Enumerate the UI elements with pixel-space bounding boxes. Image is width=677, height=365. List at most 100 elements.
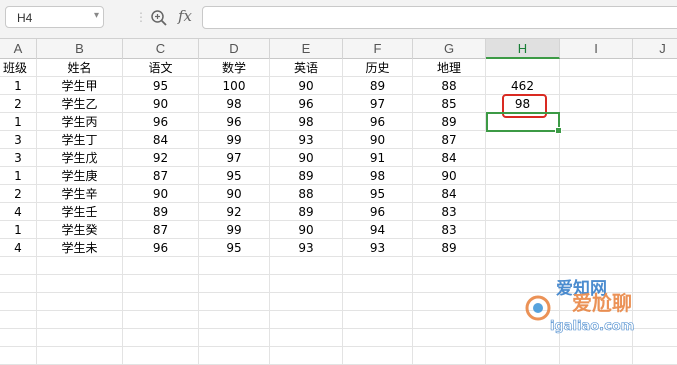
cell-b11[interactable]: 学生未 xyxy=(37,239,123,257)
cell-b4[interactable]: 学生丙 xyxy=(37,113,123,131)
cell-c14[interactable] xyxy=(123,293,199,311)
cell-a5[interactable]: 3 xyxy=(0,131,37,149)
cell-j5[interactable] xyxy=(633,131,677,149)
cell-a4[interactable]: 1 xyxy=(0,113,37,131)
cell-e8[interactable]: 88 xyxy=(270,185,343,203)
cell-c5[interactable]: 84 xyxy=(123,131,199,149)
cell-h11[interactable] xyxy=(486,239,560,257)
cell-e7[interactable]: 89 xyxy=(270,167,343,185)
cell-f9[interactable]: 96 xyxy=(343,203,413,221)
cell-a9[interactable]: 4 xyxy=(0,203,37,221)
cell-f17[interactable] xyxy=(343,347,413,365)
cell-f14[interactable] xyxy=(343,293,413,311)
cell-d17[interactable] xyxy=(199,347,270,365)
column-header-f[interactable]: F xyxy=(343,39,413,59)
cell-g15[interactable] xyxy=(413,311,486,329)
cell-g5[interactable]: 87 xyxy=(413,131,486,149)
cell-a15[interactable] xyxy=(0,311,37,329)
cell-i3[interactable] xyxy=(560,95,633,113)
cell-g8[interactable]: 84 xyxy=(413,185,486,203)
cell-e4[interactable]: 98 xyxy=(270,113,343,131)
cell-d10[interactable]: 99 xyxy=(199,221,270,239)
cell-d6[interactable]: 97 xyxy=(199,149,270,167)
column-header-a[interactable]: A xyxy=(0,39,37,59)
cell-d2[interactable]: 100 xyxy=(199,77,270,95)
cell-a11[interactable]: 4 xyxy=(0,239,37,257)
cell-b6[interactable]: 学生戊 xyxy=(37,149,123,167)
fx-icon[interactable]: fx xyxy=(178,7,192,25)
cell-a8[interactable]: 2 xyxy=(0,185,37,203)
chevron-down-icon[interactable]: ▾ xyxy=(94,10,99,21)
cell-c8[interactable]: 90 xyxy=(123,185,199,203)
cell-d14[interactable] xyxy=(199,293,270,311)
cell-a10[interactable]: 1 xyxy=(0,221,37,239)
cell-h6[interactable] xyxy=(486,149,560,167)
cell-g12[interactable] xyxy=(413,257,486,275)
cell-d16[interactable] xyxy=(199,329,270,347)
cell-i7[interactable] xyxy=(560,167,633,185)
cell-g2[interactable]: 88 xyxy=(413,77,486,95)
cell-i6[interactable] xyxy=(560,149,633,167)
cell-f13[interactable] xyxy=(343,275,413,293)
cell-g6[interactable]: 84 xyxy=(413,149,486,167)
cell-g9[interactable]: 83 xyxy=(413,203,486,221)
cell-c3[interactable]: 90 xyxy=(123,95,199,113)
cell-d9[interactable]: 92 xyxy=(199,203,270,221)
column-header-g[interactable]: G xyxy=(413,39,486,59)
cell-h7[interactable] xyxy=(486,167,560,185)
column-header-c[interactable]: C xyxy=(123,39,199,59)
cell-i2[interactable] xyxy=(560,77,633,95)
cell-e3[interactable]: 96 xyxy=(270,95,343,113)
cell-e11[interactable]: 93 xyxy=(270,239,343,257)
cell-i10[interactable] xyxy=(560,221,633,239)
cell-c13[interactable] xyxy=(123,275,199,293)
cell-d3[interactable]: 98 xyxy=(199,95,270,113)
cell-c15[interactable] xyxy=(123,311,199,329)
cell-b14[interactable] xyxy=(37,293,123,311)
formula-input[interactable] xyxy=(202,6,677,29)
cell-b2[interactable]: 学生甲 xyxy=(37,77,123,95)
column-header-e[interactable]: E xyxy=(270,39,343,59)
cell-h1[interactable] xyxy=(486,59,560,77)
cell-c16[interactable] xyxy=(123,329,199,347)
cell-a14[interactable] xyxy=(0,293,37,311)
selected-cell-h4[interactable] xyxy=(486,112,562,134)
cell-a3[interactable]: 2 xyxy=(0,95,37,113)
cell-e13[interactable] xyxy=(270,275,343,293)
zoom-formula-icon[interactable] xyxy=(150,9,168,27)
cell-e1[interactable]: 英语 xyxy=(270,59,343,77)
cell-b16[interactable] xyxy=(37,329,123,347)
cell-j3[interactable] xyxy=(633,95,677,113)
cell-a1[interactable]: 班级 xyxy=(0,59,37,77)
cell-c11[interactable]: 96 xyxy=(123,239,199,257)
cell-e14[interactable] xyxy=(270,293,343,311)
cell-f6[interactable]: 91 xyxy=(343,149,413,167)
cell-a16[interactable] xyxy=(0,329,37,347)
cell-c6[interactable]: 92 xyxy=(123,149,199,167)
cell-g13[interactable] xyxy=(413,275,486,293)
name-box[interactable]: H4 ▾ xyxy=(5,6,104,28)
cell-c17[interactable] xyxy=(123,347,199,365)
cell-d4[interactable]: 96 xyxy=(199,113,270,131)
cell-g17[interactable] xyxy=(413,347,486,365)
cell-c10[interactable]: 87 xyxy=(123,221,199,239)
column-header-j[interactable]: J xyxy=(633,39,677,59)
cell-g10[interactable]: 83 xyxy=(413,221,486,239)
column-header-d[interactable]: D xyxy=(199,39,270,59)
cell-c9[interactable]: 89 xyxy=(123,203,199,221)
cell-i8[interactable] xyxy=(560,185,633,203)
cell-b12[interactable] xyxy=(37,257,123,275)
cell-d8[interactable]: 90 xyxy=(199,185,270,203)
cell-d1[interactable]: 数学 xyxy=(199,59,270,77)
cell-b3[interactable]: 学生乙 xyxy=(37,95,123,113)
cell-c12[interactable] xyxy=(123,257,199,275)
cell-b10[interactable]: 学生癸 xyxy=(37,221,123,239)
cell-g4[interactable]: 89 xyxy=(413,113,486,131)
cell-f15[interactable] xyxy=(343,311,413,329)
cell-f7[interactable]: 98 xyxy=(343,167,413,185)
cell-j10[interactable] xyxy=(633,221,677,239)
cell-b1[interactable]: 姓名 xyxy=(37,59,123,77)
cell-j7[interactable] xyxy=(633,167,677,185)
cell-e5[interactable]: 93 xyxy=(270,131,343,149)
cell-d13[interactable] xyxy=(199,275,270,293)
